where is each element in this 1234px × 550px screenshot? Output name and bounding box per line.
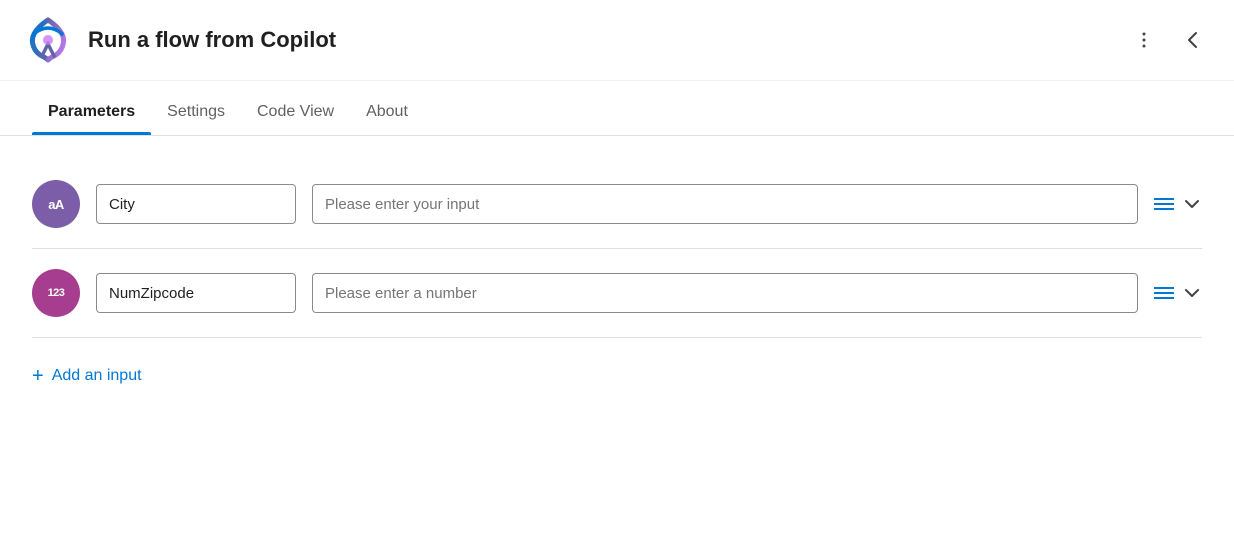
add-input-button[interactable]: + Add an input [32,362,142,390]
numzipcode-name-input[interactable] [96,273,296,313]
numzipcode-value-input[interactable] [312,273,1138,313]
more-options-icon [1134,30,1154,50]
header-right [1128,23,1210,57]
type-badge-text: aA [32,180,80,228]
numzipcode-row-actions [1154,283,1202,303]
header-left: Run a flow from Copilot [24,16,336,64]
city-expand-button[interactable] [1182,194,1202,214]
chevron-down-icon [1182,194,1202,214]
chevron-down-icon-2 [1182,283,1202,303]
city-row-actions [1154,194,1202,214]
tabs-bar: Parameters Settings Code View About [0,89,1234,136]
badge-symbol-number: 123 [48,287,65,299]
tab-settings[interactable]: Settings [151,89,241,135]
input-row-city: aA [32,160,1202,249]
type-badge-number: 123 [32,269,80,317]
city-value-input[interactable] [312,184,1138,224]
badge-symbol-text: aA [48,197,64,212]
parameters-content: aA 123 [0,136,1234,414]
numzipcode-expand-button[interactable] [1182,283,1202,303]
plus-icon: + [32,366,44,386]
app-logo [24,16,72,64]
city-menu-button[interactable] [1154,198,1174,210]
tab-about[interactable]: About [350,89,424,135]
add-input-label: Add an input [52,367,142,385]
tab-parameters[interactable]: Parameters [32,89,151,135]
tab-code-view[interactable]: Code View [241,89,350,135]
header: Run a flow from Copilot [0,0,1234,81]
more-options-button[interactable] [1128,24,1160,56]
city-name-input[interactable] [96,184,296,224]
app-title: Run a flow from Copilot [88,27,336,53]
input-row-numzipcode: 123 [32,249,1202,338]
collapse-icon [1182,29,1204,51]
collapse-panel-button[interactable] [1176,23,1210,57]
numzipcode-menu-button[interactable] [1154,287,1174,299]
